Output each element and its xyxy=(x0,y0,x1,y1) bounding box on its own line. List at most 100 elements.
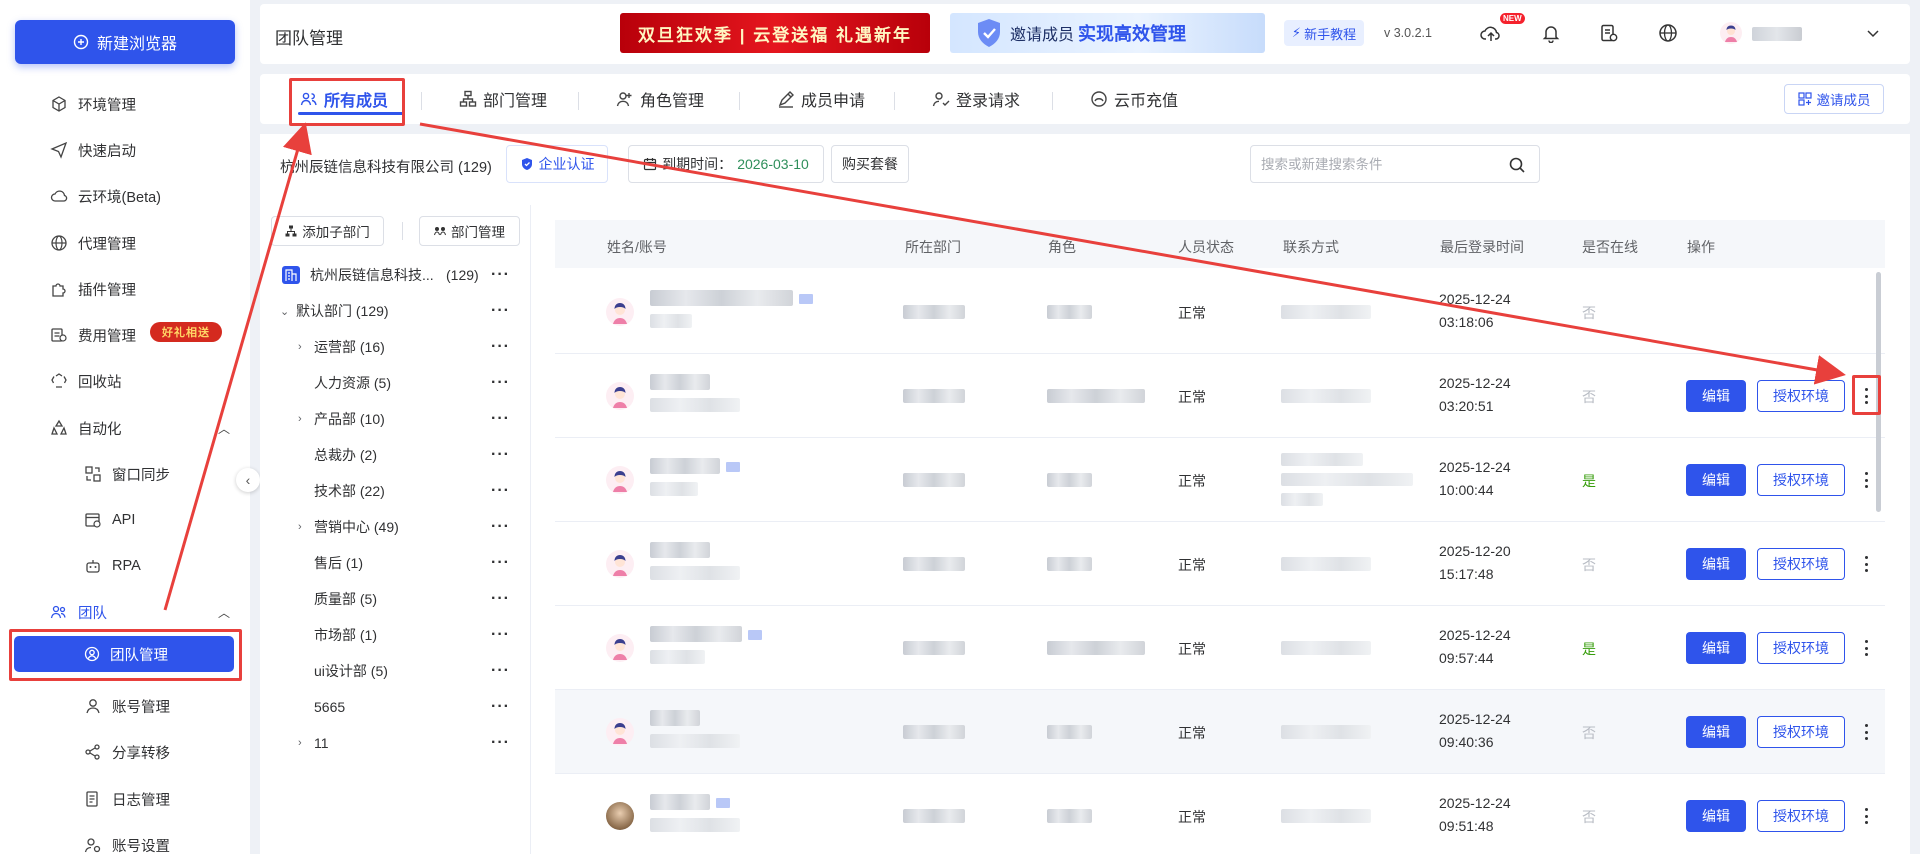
sidebar-item-10[interactable]: RPA xyxy=(0,546,250,586)
tree-node[interactable]: › 运营部 (16) ··· xyxy=(270,332,520,362)
add-sub-department-button[interactable]: 添加子部门 xyxy=(271,216,384,246)
more-vertical-icon[interactable] xyxy=(1860,636,1872,660)
sidebar-item-16[interactable]: 账号设置 xyxy=(0,825,250,854)
sidebar-item-label: 账号管理 xyxy=(112,699,170,716)
more-vertical-icon[interactable] xyxy=(1860,804,1872,828)
annotation-highlight-box xyxy=(9,629,242,681)
tab-2[interactable]: 角色管理 xyxy=(616,87,704,111)
sidebar-item-0[interactable]: 环境管理 xyxy=(0,84,250,124)
user-settings-icon xyxy=(84,836,102,854)
more-horizontal-icon[interactable]: ··· xyxy=(491,734,510,752)
more-horizontal-icon[interactable]: ··· xyxy=(491,482,510,500)
tab-4[interactable]: 登录请求 xyxy=(932,87,1020,111)
sidebar-item-15[interactable]: 日志管理 xyxy=(0,779,250,819)
sidebar-item-7[interactable]: 自动化 ︿ xyxy=(0,408,250,448)
edit-button[interactable]: 编辑 xyxy=(1686,632,1746,664)
tab-label: 云币充值 xyxy=(1114,93,1179,110)
edit-button[interactable]: 编辑 xyxy=(1686,716,1746,748)
edit-button[interactable]: 编辑 xyxy=(1686,800,1746,832)
tab-3[interactable]: 成员申请 xyxy=(777,87,865,111)
buy-plan-button[interactable]: 购买套餐 xyxy=(831,145,909,183)
tree-node[interactable]: ui设计部 (5) ··· xyxy=(270,656,520,686)
more-horizontal-icon[interactable]: ··· xyxy=(491,338,510,356)
sidebar-item-14[interactable]: 分享转移 xyxy=(0,732,250,772)
search-icon[interactable] xyxy=(1508,156,1526,174)
authorize-env-button[interactable]: 授权环境 xyxy=(1757,632,1845,664)
tree-node[interactable]: 人力资源 (5) ··· xyxy=(270,368,520,398)
promo-banner[interactable]: 双旦狂欢季 | 云登送福 礼遇新年 xyxy=(620,13,930,53)
sidebar-item-label: 账号设置 xyxy=(112,838,170,854)
authorize-env-button[interactable]: 授权环境 xyxy=(1757,464,1845,496)
cloud-upload-icon[interactable] xyxy=(1480,22,1502,44)
sidebar-item-8[interactable]: 窗口同步 xyxy=(0,454,250,494)
member-status: 正常 xyxy=(1178,557,1206,573)
globe-icon[interactable] xyxy=(1657,22,1679,44)
authorize-env-button[interactable]: 授权环境 xyxy=(1757,380,1845,412)
more-horizontal-icon[interactable]: ··· xyxy=(491,302,510,320)
authorize-env-button[interactable]: 授权环境 xyxy=(1757,716,1845,748)
member-avatar xyxy=(606,466,634,494)
tree-department-manage-button[interactable]: 部门管理 xyxy=(419,216,520,246)
chevron-right-icon[interactable]: › xyxy=(298,341,302,353)
tree-node[interactable]: 市场部 (1) ··· xyxy=(270,620,520,650)
chevron-down-icon[interactable] xyxy=(1866,26,1880,43)
sidebar-item-9[interactable]: API xyxy=(0,500,250,540)
more-horizontal-icon[interactable]: ··· xyxy=(491,590,510,608)
more-horizontal-icon[interactable]: ··· xyxy=(491,410,510,428)
sidebar-item-4[interactable]: 插件管理 xyxy=(0,269,250,309)
enterprise-certify-button[interactable]: 企业认证 xyxy=(506,145,608,183)
more-horizontal-icon[interactable]: ··· xyxy=(491,626,510,644)
sidebar-item-6[interactable]: 回收站 xyxy=(0,361,250,401)
tree-node[interactable]: › 产品部 (10) ··· xyxy=(270,404,520,434)
sidebar-item-2[interactable]: 云环境(Beta) xyxy=(0,176,250,216)
online-status: 是 xyxy=(1582,473,1596,489)
user-avatar[interactable] xyxy=(1720,22,1742,44)
sidebar-item-13[interactable]: 账号管理 xyxy=(0,686,250,726)
more-horizontal-icon[interactable]: ··· xyxy=(491,446,510,464)
more-vertical-icon[interactable] xyxy=(1860,552,1872,576)
chevron-right-icon[interactable]: › xyxy=(298,521,302,533)
tree-node[interactable]: › 营销中心 (49) ··· xyxy=(270,512,520,542)
sidebar-item-1[interactable]: 快速启动 xyxy=(0,130,250,170)
tree-node[interactable]: 杭州辰链信息科技... (129) ··· xyxy=(270,260,520,290)
new-browser-button[interactable]: 新建浏览器 xyxy=(15,20,235,64)
tab-5[interactable]: 云币充值 xyxy=(1090,87,1178,111)
authorize-env-button[interactable]: 授权环境 xyxy=(1757,800,1845,832)
sidebar-item-11[interactable]: 团队 ︿ xyxy=(0,592,250,632)
edit-button[interactable]: 编辑 xyxy=(1686,548,1746,580)
member-name-redacted xyxy=(650,290,793,306)
search-input[interactable] xyxy=(1261,146,1501,182)
chevron-right-icon[interactable]: › xyxy=(298,413,302,425)
tree-node[interactable]: 技术部 (22) ··· xyxy=(270,476,520,506)
robot-icon xyxy=(84,557,102,575)
table-row[interactable] xyxy=(555,270,1885,354)
tab-1[interactable]: 部门管理 xyxy=(459,87,547,111)
edit-button[interactable]: 编辑 xyxy=(1686,464,1746,496)
chevron-down-icon[interactable]: ⌄ xyxy=(280,305,289,318)
tree-node[interactable]: 售后 (1) ··· xyxy=(270,548,520,578)
more-vertical-icon[interactable] xyxy=(1860,720,1872,744)
task-list-icon[interactable] xyxy=(1598,22,1620,44)
edit-button[interactable]: 编辑 xyxy=(1686,380,1746,412)
tutorial-button[interactable]: ⚡ 新手教程 xyxy=(1284,20,1364,46)
more-horizontal-icon[interactable]: ··· xyxy=(491,554,510,572)
chevron-right-icon[interactable]: › xyxy=(298,737,302,749)
member-account-redacted xyxy=(650,566,740,580)
more-horizontal-icon[interactable]: ··· xyxy=(491,518,510,536)
collapse-sidebar-button[interactable]: ‹ xyxy=(236,468,260,492)
tree-node[interactable]: › 11 ··· xyxy=(270,728,520,758)
tree-node[interactable]: ⌄ 默认部门 (129) ··· xyxy=(270,296,520,326)
more-horizontal-icon[interactable]: ··· xyxy=(491,698,510,716)
more-horizontal-icon[interactable]: ··· xyxy=(491,374,510,392)
invite-member-button[interactable]: 邀请成员 xyxy=(1784,84,1884,114)
bell-icon[interactable] xyxy=(1540,22,1562,44)
button-separator xyxy=(402,222,403,240)
more-horizontal-icon[interactable]: ··· xyxy=(491,266,510,284)
sidebar-item-3[interactable]: 代理管理 xyxy=(0,223,250,263)
more-horizontal-icon[interactable]: ··· xyxy=(491,662,510,680)
tree-node[interactable]: 总裁办 (2) ··· xyxy=(270,440,520,470)
more-vertical-icon[interactable] xyxy=(1860,468,1872,492)
authorize-env-button[interactable]: 授权环境 xyxy=(1757,548,1845,580)
tree-node[interactable]: 5665 ··· xyxy=(270,692,520,722)
tree-node[interactable]: 质量部 (5) ··· xyxy=(270,584,520,614)
